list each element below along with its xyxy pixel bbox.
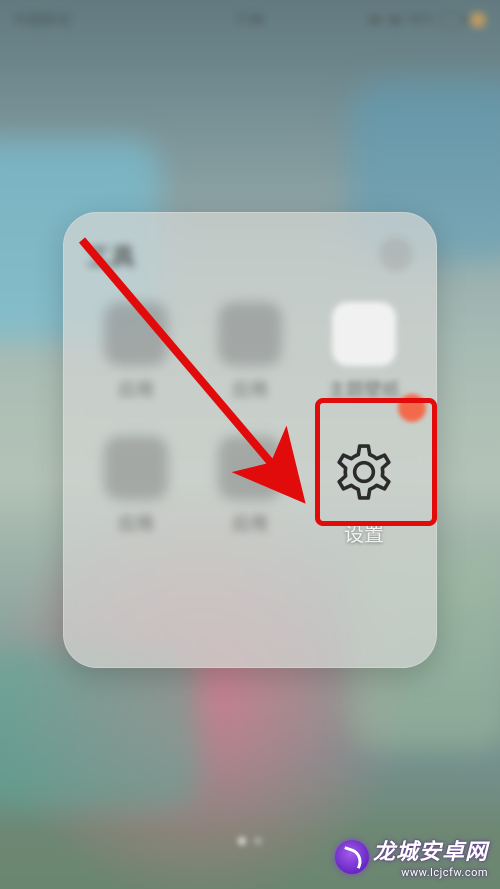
status-bar: 中国移动 7:36 96%	[0, 0, 500, 40]
status-battery: 96%	[408, 12, 434, 28]
app-item-settings[interactable]: 设置	[313, 436, 415, 540]
watermark-title: 龙城安卓网	[373, 840, 488, 865]
status-right: 96%	[329, 12, 486, 28]
app-item[interactable]: 应用	[199, 436, 301, 532]
status-carrier: 中国移动	[14, 10, 171, 30]
folder-title: 工具	[87, 237, 135, 272]
watermark: 龙城安卓网 www.lcjcfw.com	[335, 834, 488, 879]
app-label: 应用	[232, 376, 268, 398]
folder-edit-button[interactable]	[379, 237, 413, 271]
app-icon	[104, 436, 168, 500]
watermark-url: www.lcjcfw.com	[373, 866, 488, 879]
phone-screen: 中国移动 7:36 96% 工具 应用 应用 主题壁纸	[0, 0, 500, 889]
app-icon	[104, 302, 168, 366]
app-label: 应用	[232, 510, 268, 532]
app-label: 应用	[118, 376, 154, 398]
app-icon	[218, 436, 282, 500]
gear-icon	[328, 436, 400, 508]
app-label-settings: 设置	[344, 518, 384, 540]
app-item[interactable]: 应用	[85, 436, 187, 532]
status-time: 7:36	[171, 12, 328, 28]
app-icon	[332, 302, 396, 366]
folder-header: 工具	[87, 234, 413, 274]
app-label: 应用	[118, 510, 154, 532]
app-item[interactable]: 应用	[199, 302, 301, 398]
folder-grid: 应用 应用 主题壁纸 应用 应用	[63, 292, 437, 570]
app-label: 主题壁纸	[328, 376, 400, 398]
app-icon	[218, 302, 282, 366]
app-folder[interactable]: 工具 应用 应用 主题壁纸 应用 应用	[63, 212, 437, 668]
app-item[interactable]: 应用	[85, 302, 187, 398]
watermark-logo-icon	[335, 840, 369, 874]
app-item[interactable]: 主题壁纸	[313, 302, 415, 398]
